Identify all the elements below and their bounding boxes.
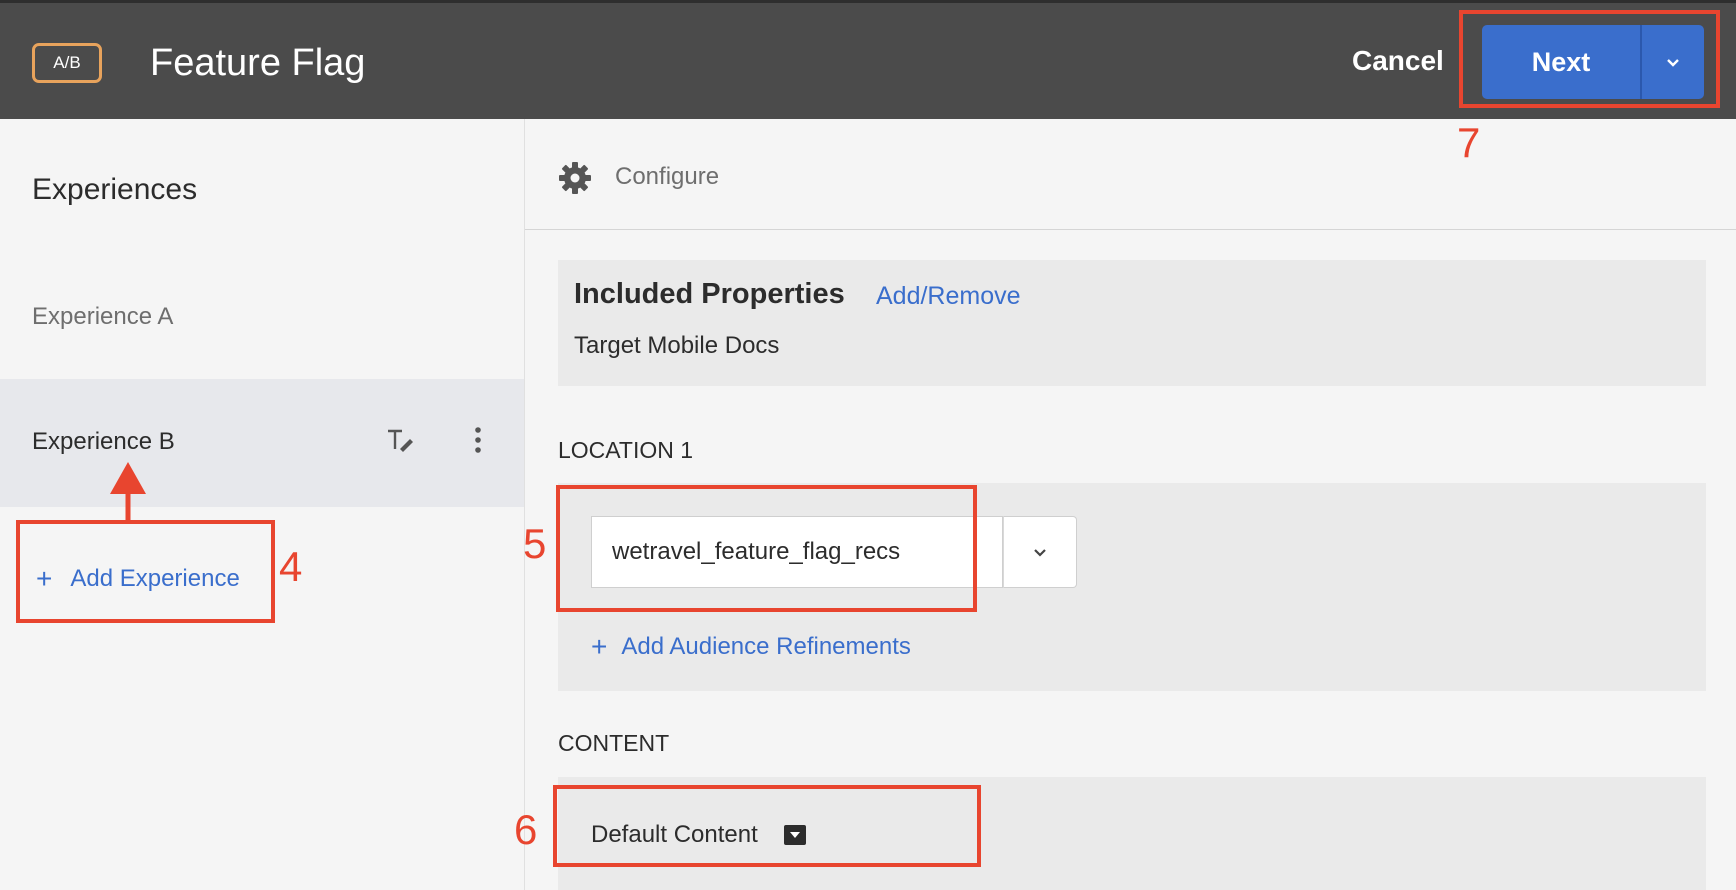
annotation-number-6: 6 [514, 806, 538, 853]
annotation-box-next [1459, 10, 1720, 108]
content-label: CONTENT [558, 730, 670, 756]
annotation-box-content [553, 785, 981, 867]
experience-item-b[interactable]: Experience B [0, 379, 524, 507]
annotation-arrow-icon [110, 462, 146, 522]
annotation-number-4: 4 [279, 543, 303, 590]
sidebar-title: Experiences [32, 173, 198, 206]
experience-item-a[interactable]: Experience A [32, 303, 173, 331]
plus-icon: + [591, 631, 608, 662]
add-audience-refinements-button[interactable]: + Add Audience Refinements [591, 631, 911, 663]
configure-label[interactable]: Configure [615, 163, 719, 191]
included-properties-title: Included Properties [574, 278, 845, 310]
annotation-number-7: 7 [1457, 119, 1481, 166]
cancel-button[interactable]: Cancel [1352, 45, 1444, 77]
annotation-number-5: 5 [523, 520, 547, 567]
chevron-down-icon [1034, 549, 1046, 557]
rename-icon[interactable] [385, 425, 415, 455]
more-vertical-icon[interactable] [468, 425, 488, 455]
annotation-box-location [556, 485, 977, 612]
annotation-box-add-experience [16, 520, 275, 623]
experiences-sidebar: Experiences Experience A Experience B + … [0, 119, 525, 890]
activity-title: Feature Flag [150, 42, 366, 84]
ab-test-badge: A/B [32, 43, 102, 83]
included-property-value: Target Mobile Docs [574, 332, 780, 359]
add-audience-refinements-label: Add Audience Refinements [621, 633, 911, 660]
location-dropdown-button[interactable] [1003, 516, 1077, 588]
included-properties-panel: Included Properties Add/Remove Target Mo… [558, 260, 1706, 386]
add-remove-properties-link[interactable]: Add/Remove [876, 282, 1021, 311]
configure-header: Configure [525, 119, 1736, 230]
gear-icon[interactable] [558, 161, 592, 195]
experience-item-label: Experience B [32, 428, 175, 455]
location-label: LOCATION 1 [558, 437, 694, 463]
